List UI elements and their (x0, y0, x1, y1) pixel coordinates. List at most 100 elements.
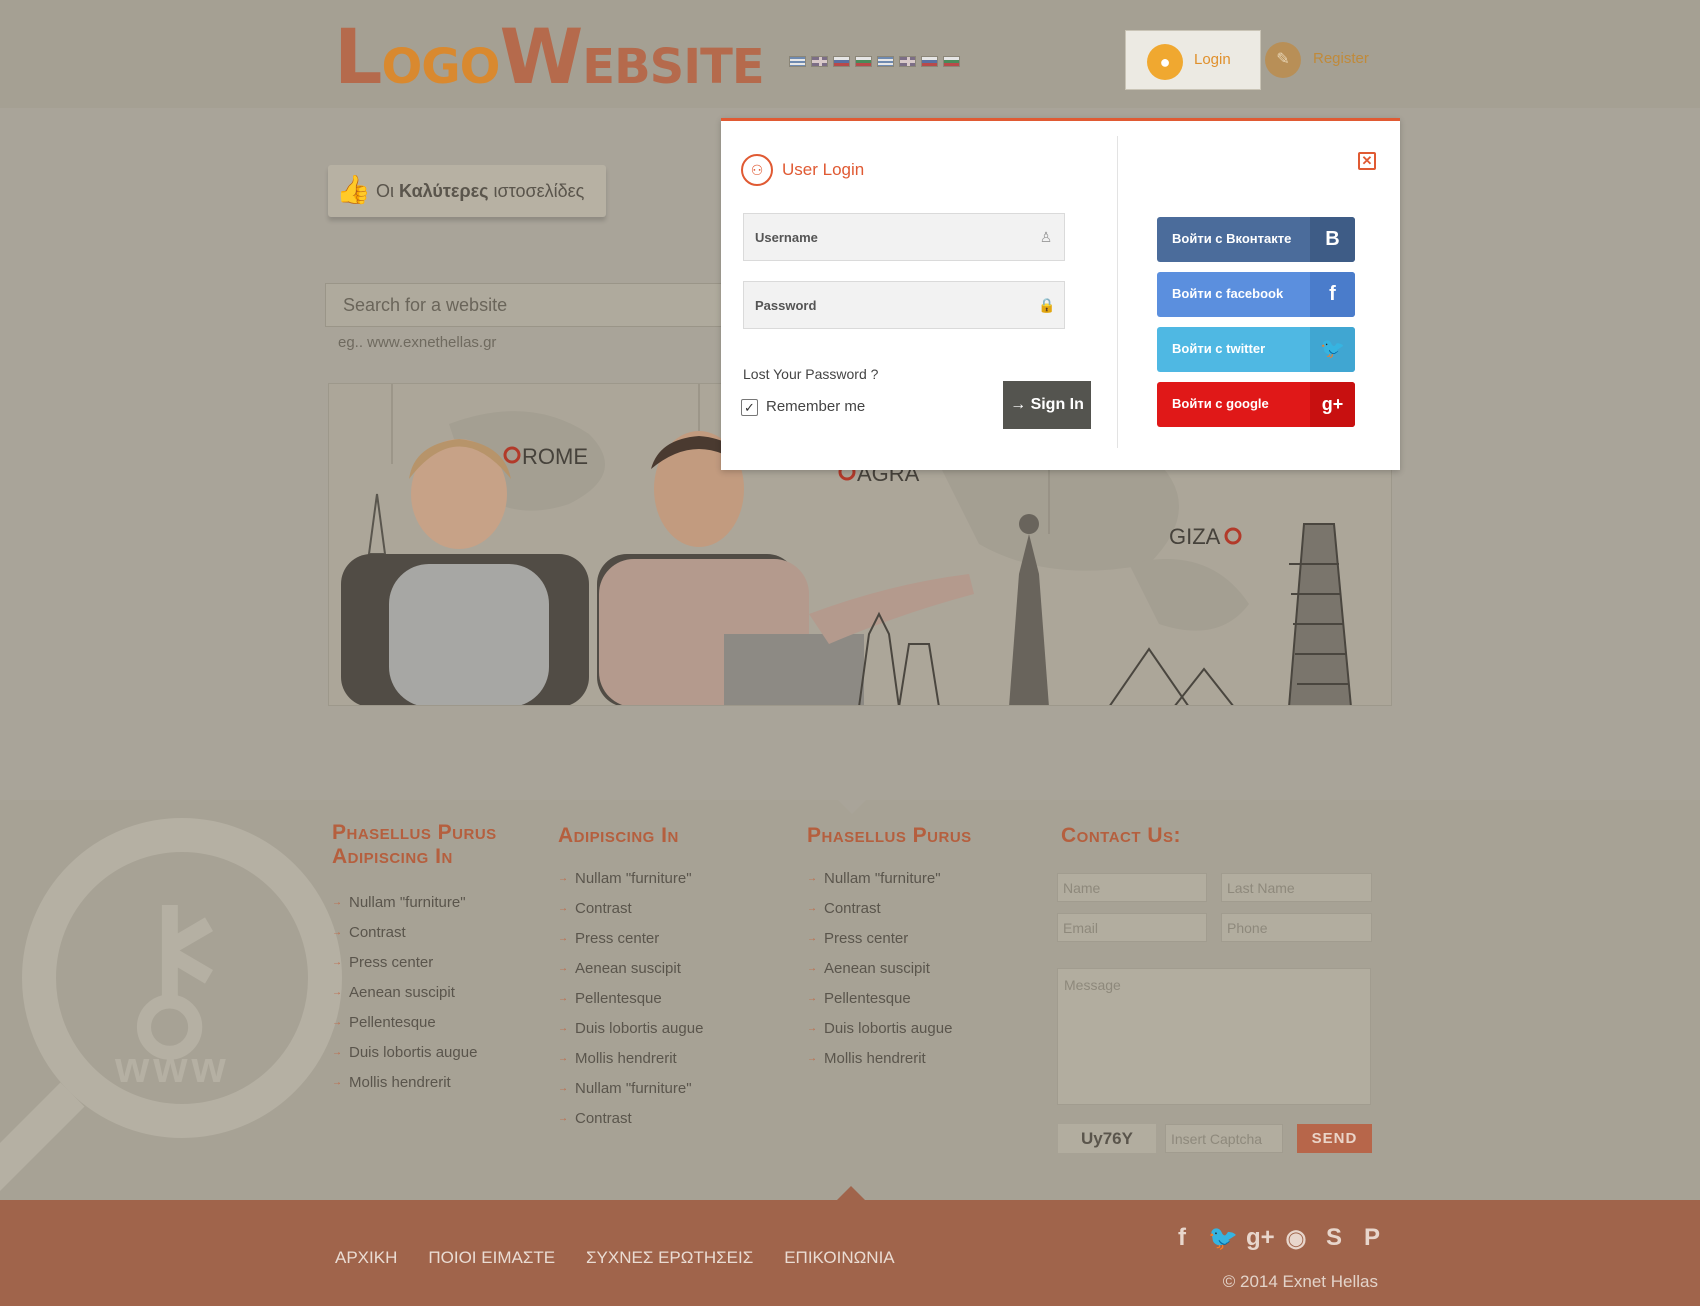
lock-icon: 🔒 (1038, 297, 1056, 313)
flag-greek[interactable] (877, 56, 894, 67)
header: LOGOWEBSITE ● Login ✎ Register (0, 0, 1700, 108)
user-icon: ♙ (1039, 229, 1053, 245)
footer-column-1-list: Nullam "furniture" Contrast Press center… (332, 888, 532, 1098)
facebook-login-button[interactable]: Войти с facebook f (1157, 272, 1355, 317)
footer-link[interactable]: Pellentesque (807, 984, 1007, 1014)
footer-link[interactable]: Pellentesque (558, 984, 758, 1014)
footer-link[interactable]: Duis lobortis augue (332, 1038, 532, 1068)
footer-link[interactable]: Aenean suscipit (332, 978, 532, 1008)
arrow-right-icon: → (1010, 396, 1031, 413)
footer-link[interactable]: Mollis hendrerit (807, 1044, 1007, 1074)
contact-section: Contact Us: (1061, 824, 1361, 848)
twitter-icon: 🐦 (1310, 327, 1355, 372)
nav-link-contact[interactable]: ΕΠΙΚΟΙΝΩΝΙΑ (784, 1248, 894, 1268)
send-button[interactable]: SEND (1297, 1124, 1372, 1153)
sign-in-label: Sign In (1030, 396, 1084, 413)
lost-password-link[interactable]: Lost Your Password ? (743, 366, 878, 382)
modal-title: User Login (782, 160, 865, 179)
search-box (325, 283, 725, 327)
remember-me-label: Remember me (766, 398, 866, 415)
contact-email-input[interactable] (1057, 913, 1207, 942)
password-input[interactable] (744, 282, 1064, 328)
pinterest-icon[interactable]: P (1360, 1224, 1384, 1253)
password-field: 🔒 (743, 281, 1065, 329)
footer-link[interactable]: Nullam "furniture" (332, 888, 532, 918)
footer-link[interactable]: Press center (807, 924, 1007, 954)
footer-link[interactable]: Mollis hendrerit (558, 1044, 758, 1074)
footer-link[interactable]: Duis lobortis augue (807, 1014, 1007, 1044)
google-plus-icon[interactable]: g+ (1246, 1224, 1275, 1253)
footer-link[interactable]: Contrast (558, 1104, 758, 1134)
google-login-button[interactable]: Войти с google g+ (1157, 382, 1355, 427)
twitter-login-label: Войти с twitter (1172, 341, 1266, 356)
username-input[interactable] (744, 214, 1064, 260)
search-input[interactable] (326, 284, 724, 326)
login-modal: ⚇ User Login ✕ ♙ 🔒 Lost Your Password ? … (721, 118, 1400, 470)
copyright: © 2014 Exnet Hellas (1222, 1272, 1378, 1291)
footer-link[interactable]: Contrast (558, 894, 758, 924)
skype-icon[interactable]: S (1322, 1224, 1346, 1253)
footer-link[interactable]: Press center (558, 924, 758, 954)
contact-name-input[interactable] (1057, 873, 1207, 902)
nav-link-faq[interactable]: ΣΥΧΝΕΣ ΕΡΩΤΗΣΕΙΣ (586, 1248, 753, 1268)
flag-english[interactable] (811, 56, 828, 67)
user-icon: ● (1147, 44, 1183, 80)
footer-column-1-title: Phasellus Purus Adipiscing In (332, 821, 497, 868)
footer-column-2: Adipiscing In Nullam "furniture" Contras… (558, 824, 758, 1134)
footer-link[interactable]: Mollis hendrerit (332, 1068, 532, 1098)
google-login-label: Войти с google (1172, 396, 1269, 411)
flag-bulgarian[interactable] (943, 56, 960, 67)
twitter-icon[interactable]: 🐦 (1208, 1224, 1238, 1253)
vk-icon: B (1310, 217, 1355, 262)
facebook-icon: f (1310, 272, 1355, 317)
footer-link[interactable]: Nullam "furniture" (807, 864, 1007, 894)
vk-login-button[interactable]: Войти с Вконтакте B (1157, 217, 1355, 262)
footer-nav: ΑΡΧΙΚΗ ΠΟΙΟΙ ΕΙΜΑΣΤΕ ΣΥΧΝΕΣ ΕΡΩΤΗΣΕΙΣ ΕΠ… (335, 1248, 926, 1268)
contact-message-input[interactable] (1057, 968, 1371, 1105)
footer-link[interactable]: Press center (332, 948, 532, 978)
rss-icon[interactable]: ◉ (1284, 1224, 1308, 1253)
contact-lastname-input[interactable] (1221, 873, 1372, 902)
pencil-icon: ✎ (1265, 42, 1301, 78)
close-icon[interactable]: ✕ (1358, 152, 1376, 170)
site-logo[interactable]: LOGOWEBSITE (334, 12, 765, 101)
sign-in-button[interactable]: → Sign In (1003, 381, 1091, 429)
checkbox-checked-icon: ✓ (741, 398, 758, 416)
captcha-image: Uy76Y (1058, 1124, 1156, 1153)
login-label: Login (1194, 51, 1231, 68)
footer-link[interactable]: Aenean suscipit (558, 954, 758, 984)
footer-column-1: Phasellus PurusAdipiscing In Nullam "fur… (332, 821, 532, 1098)
google-plus-icon: g+ (1310, 382, 1355, 427)
contact-phone-input[interactable] (1221, 913, 1372, 942)
facebook-icon[interactable]: f (1170, 1224, 1194, 1253)
search-hint: eg.. www.exnethellas.gr (338, 334, 497, 351)
footer-notch (838, 800, 866, 814)
footer-link[interactable]: Contrast (807, 894, 1007, 924)
nav-link-about[interactable]: ΠΟΙΟΙ ΕΙΜΑΣΤΕ (428, 1248, 555, 1268)
best-websites-label: Οι Καλύτερες ιστοσελίδες (376, 181, 585, 201)
twitter-login-button[interactable]: Войти с twitter 🐦 (1157, 327, 1355, 372)
vk-login-label: Войти с Вконтакте (1172, 231, 1292, 246)
flag-russian[interactable] (921, 56, 938, 67)
nav-link-home[interactable]: ΑΡΧΙΚΗ (335, 1248, 397, 1268)
remember-me-checkbox[interactable]: ✓ Remember me (741, 398, 865, 416)
footer-column-2-title: Adipiscing In (558, 824, 679, 847)
footer-link[interactable]: Nullam "furniture" (558, 864, 758, 894)
flag-bulgarian[interactable] (855, 56, 872, 67)
footer-link[interactable]: Contrast (332, 918, 532, 948)
footer-column-2-list: Nullam "furniture" Contrast Press center… (558, 864, 758, 1134)
flag-russian[interactable] (833, 56, 850, 67)
login-button[interactable]: ● Login (1125, 30, 1261, 90)
best-websites-button[interactable]: 👍 Οι Καλύτερες ιστοσελίδες (328, 165, 606, 217)
flag-greek[interactable] (789, 56, 806, 67)
logo-letter-l: L (334, 12, 382, 101)
flag-english[interactable] (899, 56, 916, 67)
captcha-input[interactable] (1165, 1124, 1283, 1153)
footer-link[interactable]: Pellentesque (332, 1008, 532, 1038)
register-label: Register (1313, 50, 1369, 67)
footer-link[interactable]: Aenean suscipit (807, 954, 1007, 984)
footer-link[interactable]: Duis lobortis augue (558, 1014, 758, 1044)
footer-link[interactable]: Nullam "furniture" (558, 1074, 758, 1104)
user-login-icon: ⚇ (741, 154, 773, 186)
username-field: ♙ (743, 213, 1065, 261)
